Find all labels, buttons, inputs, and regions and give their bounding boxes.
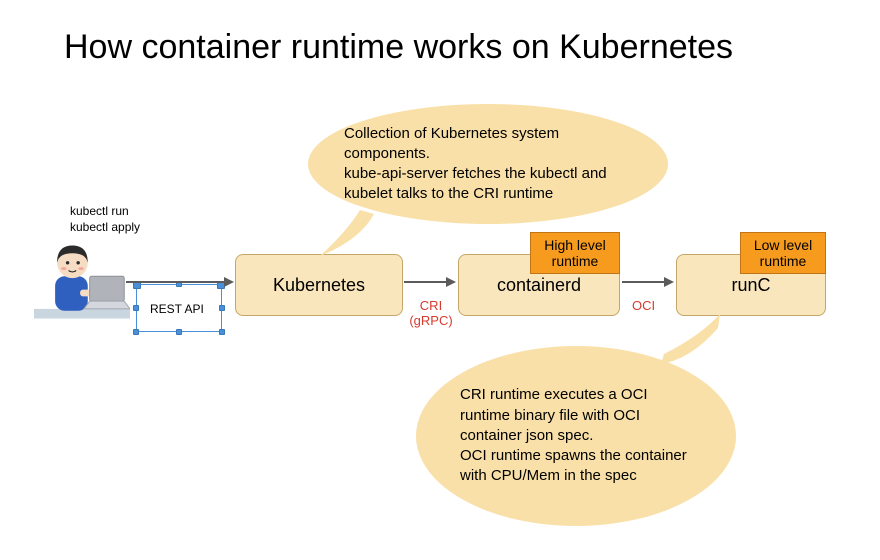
- user-commands: kubectl run kubectl apply: [70, 204, 140, 235]
- diagram-title: How container runtime works on Kubernete…: [64, 28, 733, 67]
- interface-oci-label: OCI: [632, 298, 655, 313]
- arrowhead-icon: [446, 277, 456, 287]
- node-kubernetes: Kubernetes: [235, 254, 403, 316]
- callout-runtime: CRI runtime executes a OCI runtime binar…: [416, 346, 736, 526]
- arrow-k8s-to-containerd: [404, 281, 448, 283]
- arrow-user-to-k8s: [126, 281, 226, 283]
- node-runc-label: runC: [731, 275, 770, 296]
- callout-kubernetes: Collection of Kubernetes system componen…: [308, 104, 668, 224]
- callout-tail-icon: [660, 314, 730, 364]
- node-containerd-label: containerd: [497, 275, 581, 296]
- cmd-apply: kubectl apply: [70, 220, 140, 236]
- arrowhead-icon: [224, 277, 234, 287]
- arrowhead-icon: [664, 277, 674, 287]
- rest-api-label: REST API: [150, 302, 204, 316]
- callout-tail-icon: [320, 210, 380, 260]
- interface-cri-label: CRI (gRPC): [408, 298, 454, 328]
- callout-runtime-text: CRI runtime executes a OCI runtime binar…: [460, 385, 692, 486]
- callout-kubernetes-text: Collection of Kubernetes system componen…: [344, 124, 632, 205]
- badge-low-level: Low level runtime: [740, 232, 826, 274]
- arrow-containerd-to-runc: [622, 281, 666, 283]
- badge-high-level: High level runtime: [530, 232, 620, 274]
- user-illustration: [34, 234, 130, 330]
- node-kubernetes-label: Kubernetes: [273, 275, 365, 296]
- cmd-run: kubectl run: [70, 204, 140, 220]
